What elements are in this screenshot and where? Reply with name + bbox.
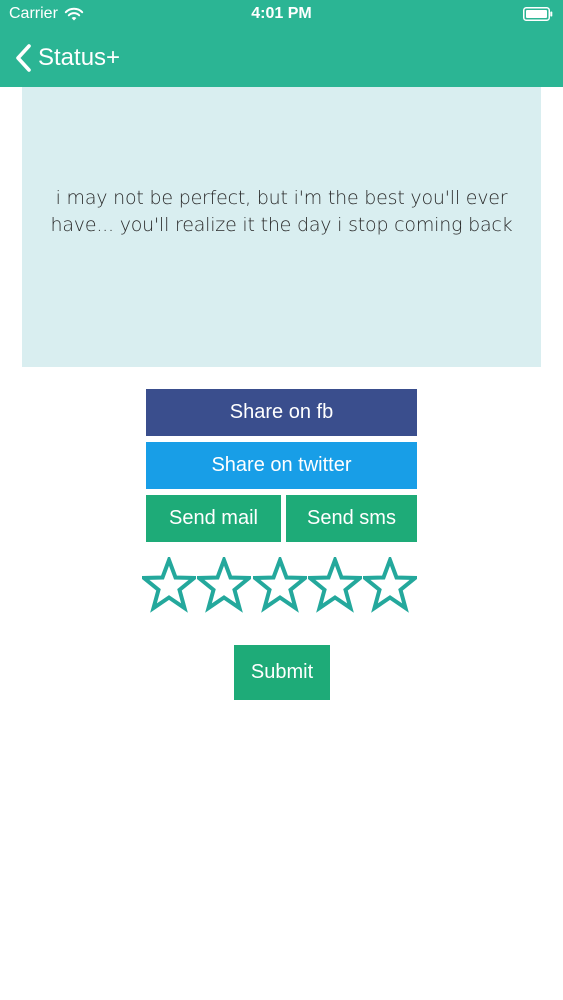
star-outline-icon[interactable] [142, 557, 196, 613]
back-button[interactable]: Status+ [14, 42, 120, 74]
star-rating [142, 557, 417, 615]
share-twitter-button[interactable]: Share on twitter [146, 442, 417, 489]
star-outline-icon[interactable] [307, 557, 362, 613]
star-outline-icon[interactable] [197, 557, 252, 613]
share-facebook-button[interactable]: Share on fb [146, 389, 417, 436]
header: Carrier 4:01 PM Status+ [0, 0, 563, 87]
status-time: 4:01 PM [251, 5, 312, 22]
send-sms-button[interactable]: Send sms [286, 495, 417, 542]
quote-card: i may not be perfect, but i'm the best y… [22, 87, 541, 367]
status-bar: Carrier 4:01 PM [0, 0, 563, 30]
star-outline-icon[interactable] [363, 557, 417, 613]
star-outline-icon[interactable] [252, 557, 307, 613]
nav-bar: Status+ [0, 30, 563, 87]
send-mail-button[interactable]: Send mail [146, 495, 281, 542]
quote-text: i may not be perfect, but i'm the best y… [50, 187, 513, 236]
battery-icon [523, 7, 553, 21]
chevron-left-icon [16, 44, 31, 72]
nav-title: Status+ [38, 44, 121, 71]
submit-button[interactable]: Submit [234, 645, 330, 700]
